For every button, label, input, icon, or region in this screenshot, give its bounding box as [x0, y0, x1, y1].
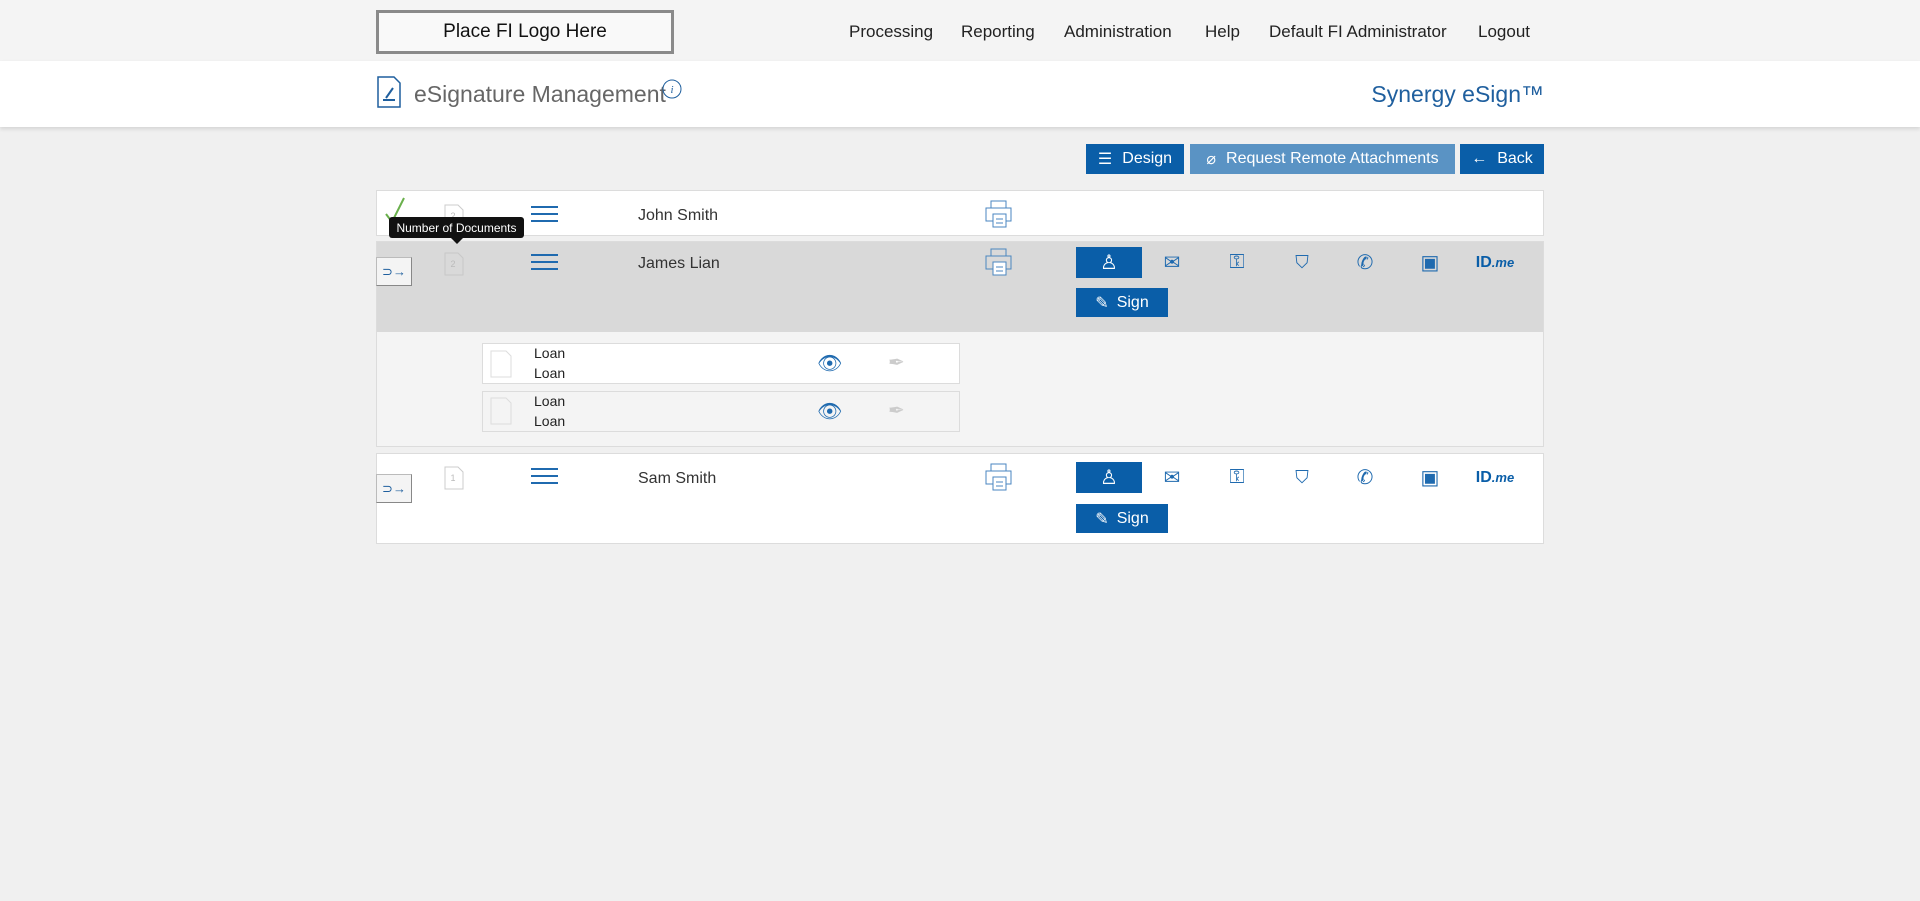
nav-logout[interactable]: Logout: [1478, 22, 1530, 42]
document-name: Loan: [534, 393, 566, 409]
top-bar: [0, 0, 1920, 61]
paperclip-icon: ⌀: [1206, 151, 1217, 168]
signer-name: James Lian: [638, 255, 720, 272]
auth-key-button[interactable]: ⚿: [1204, 462, 1270, 493]
user-icon: ♙: [1100, 467, 1118, 489]
print-icon[interactable]: [985, 248, 1012, 276]
design-icon: ☰: [1097, 151, 1113, 168]
auth-idme-button[interactable]: ID .me: [1462, 247, 1528, 278]
document-type: Loan: [534, 413, 566, 429]
view-eye-icon[interactable]: 👁: [817, 351, 842, 376]
sign-button[interactable]: ✎ Sign: [1076, 504, 1168, 533]
page-header: [0, 61, 1920, 127]
brand-name: Synergy eSign™: [1371, 81, 1544, 107]
sign-pen-icon-disabled: ✒: [888, 400, 905, 422]
svg-text:1: 1: [450, 473, 455, 483]
nav-processing[interactable]: Processing: [849, 22, 933, 42]
document-name: Loan: [534, 345, 566, 361]
sign-button[interactable]: ✎ Sign: [1076, 288, 1168, 317]
document-icon: [490, 397, 512, 425]
back-button[interactable]: ← Back: [1460, 144, 1544, 174]
signer-name: Sam Smith: [638, 470, 717, 487]
auth-id-card-button[interactable]: ▣: [1397, 247, 1463, 278]
menu-icon[interactable]: [531, 468, 558, 484]
tooltip: Number of Documents: [389, 217, 524, 244]
request-remote-attachments-button[interactable]: ⌀ Request Remote Attachments: [1190, 144, 1455, 174]
cloud-id-card-icon: ▣: [1420, 252, 1440, 274]
route-button[interactable]: ⊃→: [376, 257, 412, 286]
cloud-key-icon: ⚿: [1229, 251, 1245, 273]
cloud-email-icon: ✉: [1163, 252, 1181, 274]
nav-help[interactable]: Help: [1205, 22, 1240, 42]
esignature-document-icon: [377, 76, 401, 108]
auth-id-card-button[interactable]: ▣: [1397, 462, 1463, 493]
cloud-id-card-icon: ▣: [1420, 467, 1440, 489]
cloud-shield-question-icon: ⛉: [1295, 467, 1309, 487]
document-type: Loan: [534, 365, 566, 381]
documents-count-icon[interactable]: 1: [444, 464, 464, 490]
arrow-left-icon: ←: [1471, 150, 1488, 167]
signer-name: John Smith: [638, 207, 719, 224]
info-icon[interactable]: i: [662, 79, 682, 99]
user-icon: ♙: [1100, 252, 1118, 274]
auth-user-button[interactable]: ♙: [1076, 462, 1142, 493]
documents-count-icon[interactable]: 2: [444, 250, 464, 276]
auth-question-button[interactable]: ⛉: [1269, 247, 1335, 278]
auth-email-button[interactable]: ✉: [1139, 462, 1205, 493]
menu-icon[interactable]: [531, 206, 558, 222]
auth-phone-button[interactable]: ✆: [1332, 462, 1398, 493]
nav-user[interactable]: Default FI Administrator: [1269, 22, 1447, 42]
fi-logo: Place FI Logo Here: [376, 10, 674, 54]
auth-question-button[interactable]: ⛉: [1269, 462, 1335, 493]
design-button[interactable]: ☰ Design: [1086, 144, 1184, 174]
nav-reporting[interactable]: Reporting: [961, 22, 1035, 42]
print-icon[interactable]: [985, 463, 1012, 491]
print-icon[interactable]: [985, 200, 1012, 228]
cloud-shield-question-icon: ⛉: [1295, 252, 1309, 272]
auth-phone-button[interactable]: ✆: [1332, 247, 1398, 278]
menu-icon[interactable]: [531, 254, 558, 270]
route-button[interactable]: ⊃→: [376, 474, 412, 503]
nav-administration[interactable]: Administration: [1064, 22, 1172, 42]
document-icon: [490, 350, 512, 378]
cloud-phone-icon: ✆: [1356, 467, 1374, 489]
route-arrow-icon: ⊃→: [382, 480, 406, 496]
sign-pen-icon-disabled: ✒: [888, 352, 905, 374]
svg-text:i: i: [670, 84, 673, 96]
cloud-email-icon: ✉: [1163, 467, 1181, 489]
view-eye-icon[interactable]: 👁: [817, 399, 842, 424]
pen-icon: ✎: [1095, 510, 1109, 528]
auth-email-button[interactable]: ✉: [1139, 247, 1205, 278]
auth-user-button[interactable]: ♙: [1076, 247, 1142, 278]
auth-idme-button[interactable]: ID .me: [1462, 462, 1528, 493]
auth-key-button[interactable]: ⚿: [1204, 247, 1270, 278]
route-arrow-icon: ⊃→: [382, 263, 406, 279]
svg-text:2: 2: [450, 259, 455, 269]
pen-icon: ✎: [1095, 294, 1109, 312]
cloud-phone-icon: ✆: [1356, 252, 1374, 274]
page-title: eSignature Management: [414, 81, 666, 107]
cloud-key-icon: ⚿: [1229, 466, 1245, 488]
